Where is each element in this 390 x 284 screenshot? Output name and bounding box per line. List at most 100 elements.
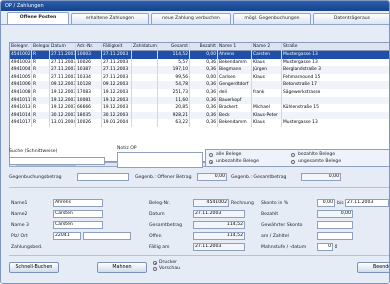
am-field[interactable] bbox=[317, 232, 353, 240]
radio-vorschau[interactable] bbox=[153, 267, 157, 271]
table-cell: 18035 bbox=[76, 111, 102, 120]
table-cell: 54,78 bbox=[158, 81, 190, 89]
table-row[interactable]: 4541002 R 27.11.2003 10003 27.11.2003 114,52 0… bbox=[10, 51, 389, 59]
skonto-date-field[interactable]: 27.11.2003 bbox=[345, 199, 389, 207]
table-cell: 27.11.2003 bbox=[102, 66, 132, 74]
gew-skonto-label: Gewährter Skonto bbox=[261, 223, 303, 228]
radio-drucker[interactable] bbox=[153, 261, 157, 265]
table-cell: Beck bbox=[218, 111, 252, 120]
gesamt-betrag-value: 0,00 bbox=[301, 173, 341, 181]
table-cell: 0,00 bbox=[190, 73, 218, 82]
beenden-button[interactable]: Beenden bbox=[357, 262, 389, 273]
tab-datentraeger[interactable]: Datenträgeraus bbox=[313, 13, 389, 24]
gegenbuchung-input[interactable] bbox=[77, 173, 129, 181]
name1-field[interactable]: Ahrens bbox=[53, 199, 103, 207]
radio-unbezahlt[interactable] bbox=[209, 160, 213, 164]
table-cell: Gengerdtdorf bbox=[218, 81, 252, 89]
skonto-pct-field[interactable]: 0,00 bbox=[317, 199, 335, 207]
radio-bezahlt[interactable] bbox=[291, 153, 295, 157]
table-cell: 197,10 bbox=[158, 66, 190, 74]
table-cell bbox=[132, 81, 158, 89]
table-cell bbox=[132, 96, 158, 105]
table-cell: 19.12.2003 bbox=[102, 89, 132, 97]
plz-field[interactable]: 22041 bbox=[53, 232, 81, 240]
table-header-row[interactable]: Belegnr. Belegart Datum Adr.-Nr. Fälligkeit Z… bbox=[10, 43, 389, 51]
table-row[interactable]: 4941006 R 09.12.2003 10128 09.12.2003 54,78 0,… bbox=[10, 81, 389, 89]
table-cell: 11,60 bbox=[158, 96, 190, 105]
gew-skonto-field[interactable] bbox=[317, 221, 353, 229]
offen-betrag-label: Gegenb.: Offener Betrag bbox=[135, 175, 192, 180]
name2-field[interactable]: Carsten bbox=[53, 210, 103, 218]
table-cell: R bbox=[32, 119, 50, 127]
table-cell: Mustergasse 13 bbox=[282, 59, 389, 67]
table-row[interactable]: 4941008 R 19.12.2003 17083 19.12.2003 251,73 0… bbox=[10, 89, 389, 97]
table-cell: R bbox=[32, 81, 50, 89]
gesamtbetrag-label: Gesamtbetrag bbox=[149, 223, 183, 228]
radio-unbezahlt-label: unbezahlte Belege bbox=[216, 159, 259, 164]
table-cell: Sägewerkstrasse bbox=[282, 89, 389, 97]
table-cell bbox=[132, 58, 158, 67]
table-row[interactable]: 4941013 R 19.12.2003 66666 19.12.2003 20,85 0,… bbox=[10, 104, 389, 112]
table-cell bbox=[252, 96, 282, 105]
table-cell: Belegnr. bbox=[10, 43, 32, 51]
table-cell: 10387 bbox=[76, 66, 102, 74]
table-cell: Betonstraße 17 bbox=[282, 81, 389, 89]
table-cell bbox=[282, 97, 389, 105]
skonto-label: Skonto in % bbox=[261, 201, 289, 206]
tab-erhaltene-zahlungen[interactable]: erhaltene Zahlungen bbox=[71, 13, 149, 24]
table-cell: Jürgen bbox=[252, 66, 282, 74]
table-cell bbox=[132, 119, 158, 127]
radio-ungesamt[interactable] bbox=[291, 160, 295, 164]
table-cell: 4941005 bbox=[11, 73, 32, 82]
gesamt-betrag-label: Gegenb.: Gesamtbetrag bbox=[231, 175, 287, 180]
schnell-buchen-button[interactable]: Schnell-Buchen bbox=[9, 262, 59, 273]
offen-betrag-value: 0,00 bbox=[197, 173, 227, 181]
mahnstufe-field[interactable]: 0 bbox=[317, 243, 333, 251]
table-row[interactable]: 4941004 R 27.11.2003 10387 27.11.2003 197,10 0… bbox=[10, 66, 389, 74]
table-row[interactable]: 4941014 R 30.12.2003 18035 30.12.2003 928,21 0… bbox=[10, 111, 389, 120]
plz-label: Plz/ Ort bbox=[11, 234, 28, 239]
tab-offene-posten[interactable]: Offene Posten bbox=[7, 12, 69, 24]
table-cell: 19.12.2003 bbox=[102, 104, 132, 112]
search-input[interactable] bbox=[9, 157, 105, 165]
table-cell: Name 2 bbox=[252, 43, 282, 51]
table-row[interactable]: 4941017 R 13.01.2004 10026 19.01.2004 63,22 0,… bbox=[10, 119, 389, 127]
open-items-table[interactable]: Belegnr. Belegart Datum Adr.-Nr. Fälligkeit Z… bbox=[9, 42, 389, 162]
table-cell: 4941013 bbox=[11, 104, 32, 112]
table-cell: Zahldatum bbox=[133, 43, 158, 51]
ort-field[interactable] bbox=[83, 232, 131, 240]
table-cell: 4941006 bbox=[11, 81, 32, 89]
table-cell: frank bbox=[252, 89, 282, 97]
table-cell: 0,36 bbox=[190, 119, 218, 127]
mahnen-button[interactable]: Mahnen bbox=[97, 262, 147, 273]
table-cell: 27.11.2003 bbox=[102, 73, 132, 82]
name3-field[interactable]: Carsten bbox=[53, 221, 103, 229]
table-row[interactable]: 4941003 R 27.11.2003 10026 27.11.2003 5,57 0,3… bbox=[10, 58, 389, 67]
table-row[interactable]: 4941011 R 19.12.2003 10081 19.12.2003 11,60 0,… bbox=[10, 96, 389, 105]
faellig-label: Fällig am bbox=[149, 245, 170, 250]
table-cell: Bauerkopf bbox=[218, 96, 252, 105]
table-cell: 4941003 bbox=[11, 58, 32, 67]
radio-alle[interactable] bbox=[209, 153, 213, 157]
mahnstufe-stepper-icon[interactable]: ⇕ bbox=[334, 244, 338, 250]
notiz-textarea[interactable] bbox=[117, 152, 203, 168]
tab-gegenbuchungen[interactable]: mögl. Gegenbuchungen bbox=[233, 13, 311, 24]
table-cell: Klaus bbox=[252, 58, 282, 67]
mahnstufe-label: Mahnstufe / -datum bbox=[261, 245, 307, 250]
table-cell: 19.12.2003 bbox=[51, 104, 76, 112]
tab-neue-zahlung[interactable]: neue Zahlung verbuchen bbox=[151, 13, 231, 24]
table-cell: 10026 bbox=[76, 58, 102, 67]
table-cell: Berglandstraße 3 bbox=[282, 66, 389, 74]
divider-bottom bbox=[9, 255, 389, 256]
table-cell: Ahrens bbox=[218, 51, 252, 59]
belegnr-field: 4541002 bbox=[193, 199, 229, 207]
zahlungsbed-label: Zahlungsbed. bbox=[11, 245, 43, 250]
table-cell: R bbox=[32, 111, 50, 120]
table-cell: Klaus bbox=[252, 119, 282, 127]
table-cell bbox=[132, 73, 158, 82]
table-cell: 4941014 bbox=[11, 111, 32, 120]
table-row[interactable]: 4941005 R 27.11.2003 10334 27.11.2003 99,56 0,… bbox=[10, 73, 389, 82]
table-cell: Gesamt bbox=[158, 43, 190, 51]
table-cell: 4941004 bbox=[11, 66, 32, 74]
table-cell: R bbox=[32, 96, 50, 105]
